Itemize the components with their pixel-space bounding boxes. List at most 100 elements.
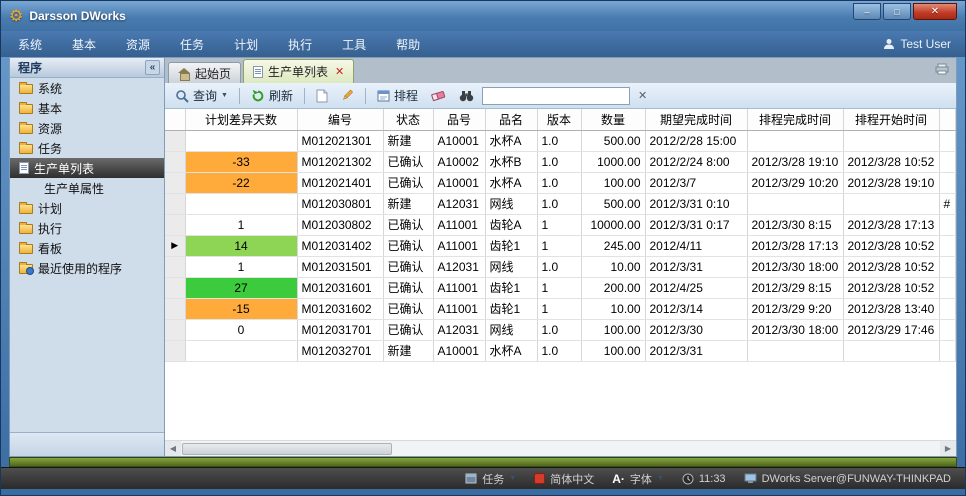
cell-item-no: A12031 xyxy=(433,193,485,214)
refresh-button-label: 刷新 xyxy=(269,87,293,104)
cell-quantity: 10000.00 xyxy=(581,214,645,235)
eraser-button[interactable] xyxy=(426,87,451,104)
sidebar-item-plan[interactable]: 计划 xyxy=(10,198,164,218)
query-button[interactable]: 查询 ▼ xyxy=(170,85,233,106)
cell-schedule-start-time xyxy=(843,193,939,214)
cell-schedule-end-time: 2012/3/30 8:15 xyxy=(747,214,843,235)
refresh-button[interactable]: 刷新 xyxy=(246,85,298,106)
table-row[interactable]: M012030801新建A12031网线1.0500.002012/3/31 0… xyxy=(165,193,956,214)
sidebar-item-system[interactable]: 系统 xyxy=(10,78,164,98)
table-header-row: 计划差异天数编号状态品号品名版本数量期望完成时间排程完成时间排程开始时间 xyxy=(165,109,956,130)
sidebar-item-production-order-list[interactable]: 生产单列表 xyxy=(10,158,164,178)
cell-item-no: A11001 xyxy=(433,298,485,319)
status-font-menu[interactable]: A· 字体 ▼ xyxy=(612,471,664,487)
menu-item-7[interactable]: 帮助 xyxy=(393,34,423,55)
column-header-partial xyxy=(939,109,956,130)
cell-plan-diff: -15 xyxy=(185,298,297,319)
sidebar-item-basic[interactable]: 基本 xyxy=(10,98,164,118)
scroll-left-button[interactable]: ◀ xyxy=(165,441,181,456)
cell-version: 1.0 xyxy=(537,172,581,193)
tab-close-icon[interactable]: ✕ xyxy=(335,65,344,78)
find-button[interactable] xyxy=(454,88,479,104)
tab-start-page[interactable]: 起始页 xyxy=(168,62,241,83)
table-row[interactable]: M012032701新建A10001水杯A1.0100.002012/3/31 xyxy=(165,340,956,361)
cell-partial xyxy=(939,151,956,172)
edit-button[interactable] xyxy=(336,87,359,104)
sidebar-filter-input[interactable] xyxy=(22,437,177,453)
cell-item-name: 水杯A xyxy=(485,340,537,361)
table-row[interactable]: -22M012021401已确认A10001水杯A1.0100.002012/3… xyxy=(165,172,956,193)
menu-item-4[interactable]: 计划 xyxy=(231,34,261,55)
column-header[interactable]: 版本 xyxy=(537,109,581,130)
table-row[interactable]: -33M012021302已确认A10002水杯B1.01000.002012/… xyxy=(165,151,956,172)
cell-plan-diff: 27 xyxy=(185,277,297,298)
status-task-menu[interactable]: 任务 ▼ xyxy=(465,471,516,487)
sidebar-header: 程序 « xyxy=(10,58,164,78)
menu-item-5[interactable]: 执行 xyxy=(285,34,315,55)
row-indicator-header xyxy=(165,109,185,130)
sidebar-item-execute[interactable]: 执行 xyxy=(10,218,164,238)
table-row[interactable]: ▶14M012031402已确认A11001齿轮11245.002012/4/1… xyxy=(165,235,956,256)
printer-icon[interactable] xyxy=(935,63,949,78)
menu-item-6[interactable]: 工具 xyxy=(339,34,369,55)
cell-item-name: 水杯B xyxy=(485,151,537,172)
status-server-label: DWorks Server@FUNWAY-THINKPAD xyxy=(762,473,951,485)
filter-input[interactable] xyxy=(482,87,630,105)
cell-order-no: M012030801 xyxy=(297,193,383,214)
task-window-icon xyxy=(465,473,477,484)
menu-item-1[interactable]: 基本 xyxy=(69,34,99,55)
cell-schedule-start-time: 2012/3/29 17:46 xyxy=(843,319,939,340)
cell-version: 1 xyxy=(537,298,581,319)
cell-plan-diff xyxy=(185,130,297,151)
cell-partial xyxy=(939,235,956,256)
table-row[interactable]: 27M012031601已确认A11001齿轮11200.002012/4/25… xyxy=(165,277,956,298)
minimize-button[interactable]: – xyxy=(853,3,881,20)
sidebar-item-task[interactable]: 任务 xyxy=(10,138,164,158)
row-indicator xyxy=(165,172,185,193)
tab-production-order-list[interactable]: 生产单列表✕ xyxy=(243,59,354,83)
column-header[interactable]: 数量 xyxy=(581,109,645,130)
maximize-button[interactable]: □ xyxy=(883,3,911,20)
sidebar-item-kanban[interactable]: 看板 xyxy=(10,238,164,258)
status-bar: 任务 ▼ 简体中文 A· 字体 ▼ 11:33 DWorks Server@FU… xyxy=(1,467,965,489)
table-row[interactable]: -15M012031602已确认A11001齿轮1110.002012/3/14… xyxy=(165,298,956,319)
scroll-right-button[interactable]: ▶ xyxy=(940,441,956,456)
table-row[interactable]: 1M012030802已确认A11001齿轮A110000.002012/3/3… xyxy=(165,214,956,235)
sidebar-item-resource[interactable]: 资源 xyxy=(10,118,164,138)
menu-item-3[interactable]: 任务 xyxy=(177,34,207,55)
column-header[interactable]: 期望完成时间 xyxy=(645,109,747,130)
schedule-button[interactable]: 排程 xyxy=(372,85,423,106)
row-indicator xyxy=(165,319,185,340)
scrollbar-thumb[interactable] xyxy=(182,443,392,455)
cell-status: 已确认 xyxy=(383,277,433,298)
column-header[interactable]: 计划差异天数 xyxy=(185,109,297,130)
cell-schedule-end-time xyxy=(747,193,843,214)
toolbar: 查询 ▼ 刷新 xyxy=(165,83,956,109)
menu-item-2[interactable]: 资源 xyxy=(123,34,153,55)
column-header[interactable]: 编号 xyxy=(297,109,383,130)
column-header[interactable]: 排程完成时间 xyxy=(747,109,843,130)
horizontal-scrollbar[interactable]: ◀ ▶ xyxy=(165,440,956,456)
new-button[interactable] xyxy=(311,87,333,105)
column-header[interactable]: 品号 xyxy=(433,109,485,130)
table-row[interactable]: 1M012031501已确认A12031网线1.010.002012/3/312… xyxy=(165,256,956,277)
sidebar-item-recent-programs[interactable]: 最近使用的程序 xyxy=(10,258,164,278)
folder-icon xyxy=(19,224,33,234)
status-language-menu[interactable]: 简体中文 xyxy=(534,471,594,487)
clear-filter-button[interactable]: ✕ xyxy=(633,87,652,104)
row-indicator: ▶ xyxy=(165,235,185,256)
column-header[interactable]: 品名 xyxy=(485,109,537,130)
column-header[interactable]: 状态 xyxy=(383,109,433,130)
sidebar-item-production-order-props[interactable]: 生产单属性 xyxy=(10,178,164,198)
table-row[interactable]: M012021301新建A10001水杯A1.0500.002012/2/28 … xyxy=(165,130,956,151)
pencil-icon xyxy=(341,89,354,102)
menu-item-0[interactable]: 系统 xyxy=(15,34,45,55)
row-indicator xyxy=(165,193,185,214)
sidebar-item-label: 任务 xyxy=(38,140,62,157)
user-menu[interactable]: Test User xyxy=(883,37,951,51)
close-button[interactable]: ✕ xyxy=(913,3,957,20)
computer-icon xyxy=(744,473,757,484)
column-header[interactable]: 排程开始时间 xyxy=(843,109,939,130)
sidebar-collapse-button[interactable]: « xyxy=(145,60,160,75)
table-row[interactable]: 0M012031701已确认A12031网线1.0100.002012/3/30… xyxy=(165,319,956,340)
